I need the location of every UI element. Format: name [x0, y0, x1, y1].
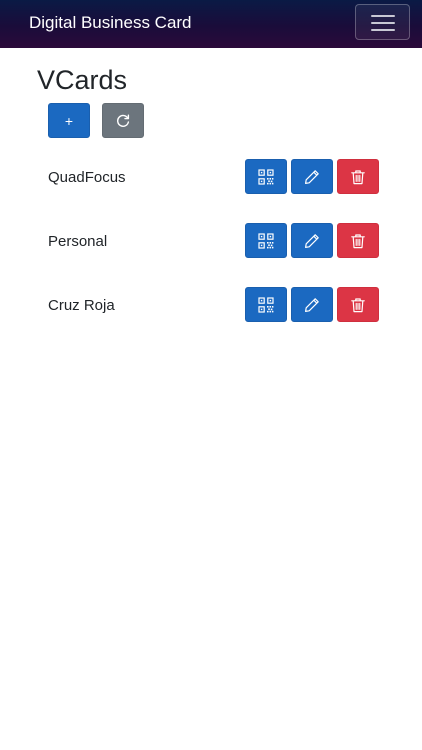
vcard-row: QuadFocus	[0, 159, 422, 195]
refresh-button[interactable]	[102, 103, 144, 138]
navbar: Digital Business Card	[0, 0, 422, 48]
trash-icon	[351, 297, 365, 312]
delete-vcard-button[interactable]	[337, 159, 379, 194]
show-qr-button[interactable]	[245, 159, 287, 194]
show-qr-button[interactable]	[245, 223, 287, 258]
vcard-name: QuadFocus	[48, 169, 126, 186]
trash-icon	[351, 233, 365, 248]
qr-code-icon	[258, 168, 274, 185]
add-label: +	[64, 112, 74, 129]
add-vcard-button[interactable]: +	[48, 103, 90, 138]
navbar-brand[interactable]: Digital Business Card	[29, 12, 192, 34]
edit-vcard-button[interactable]	[291, 287, 333, 322]
vcard-row: Cruz Roja	[0, 287, 422, 323]
show-qr-button[interactable]	[245, 287, 287, 322]
qr-code-icon	[258, 296, 274, 313]
delete-vcard-button[interactable]	[337, 223, 379, 258]
navbar-toggler-button[interactable]	[355, 4, 410, 40]
vcard-name: Personal	[48, 233, 108, 250]
edit-vcard-button[interactable]	[291, 223, 333, 258]
pencil-icon	[305, 169, 319, 184]
qr-code-icon	[258, 232, 274, 249]
vcard-row: Personal	[0, 223, 422, 259]
pencil-icon	[305, 233, 319, 248]
refresh-icon	[117, 114, 130, 127]
hamburger-menu-icon	[371, 15, 395, 31]
trash-icon	[351, 169, 365, 184]
vcard-name: Cruz Roja	[48, 297, 115, 314]
edit-vcard-button[interactable]	[291, 159, 333, 194]
delete-vcard-button[interactable]	[337, 287, 379, 322]
page-title: VCards	[37, 65, 128, 95]
pencil-icon	[305, 297, 319, 312]
